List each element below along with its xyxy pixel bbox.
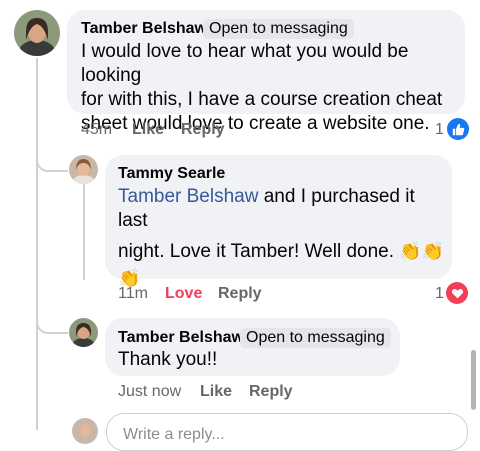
comment-author[interactable]: Tammy Searle <box>118 165 225 183</box>
reply-button[interactable]: Reply <box>249 383 293 401</box>
comment-time[interactable]: 45m <box>81 121 112 139</box>
mention-link[interactable]: Tamber Belshaw <box>118 186 258 207</box>
comment-text-segment: night. Love it Tamber! Well done. <box>118 241 395 262</box>
comment-text-line: Tamber Belshaw and I purchased it last <box>118 185 448 233</box>
scrollbar[interactable] <box>471 350 476 410</box>
love-button[interactable]: Love <box>165 285 202 303</box>
reply-button[interactable]: Reply <box>218 285 262 303</box>
reply-button[interactable]: Reply <box>181 121 225 139</box>
like-icon[interactable] <box>447 118 469 140</box>
reaction-count[interactable]: 1 <box>435 285 444 303</box>
comment-author[interactable]: Tamber Belshaw <box>118 329 244 347</box>
avatar <box>72 418 98 444</box>
thread-branch-2 <box>36 310 68 334</box>
comment-time[interactable]: Just now <box>118 383 181 401</box>
comment-time[interactable]: 11m <box>118 285 148 303</box>
thread-branch-1 <box>36 150 68 172</box>
reaction-count[interactable]: 1 <box>435 121 444 139</box>
reply-input[interactable]: Write a reply... <box>106 413 468 451</box>
open-to-messaging-badge[interactable]: Open to messaging <box>203 19 354 39</box>
open-to-messaging-badge[interactable]: Open to messaging <box>240 328 391 348</box>
comment-text-line: night. Love it Tamber! Well done. 👏👏 <box>118 239 448 264</box>
thread-line-main <box>36 58 38 430</box>
comment-text: Thank you!! <box>118 349 218 370</box>
comment-text: Tamber Belshaw and I purchased it last n… <box>118 185 448 291</box>
like-button[interactable]: Like <box>132 121 164 139</box>
thread-line-sub <box>83 183 85 280</box>
comment-text-line: I would love to hear what you would be l… <box>81 41 409 86</box>
comment-text-line: for with this, I have a course creation … <box>81 89 443 110</box>
reply-input-placeholder: Write a reply... <box>123 426 225 443</box>
avatar[interactable] <box>69 318 98 347</box>
like-button[interactable]: Like <box>200 383 232 401</box>
comment-author[interactable]: Tamber Belshaw <box>81 20 207 38</box>
avatar[interactable] <box>69 155 98 184</box>
clapping-hands-emoji: 👏👏 <box>399 241 445 261</box>
love-icon[interactable] <box>446 282 468 304</box>
avatar[interactable] <box>14 10 60 56</box>
